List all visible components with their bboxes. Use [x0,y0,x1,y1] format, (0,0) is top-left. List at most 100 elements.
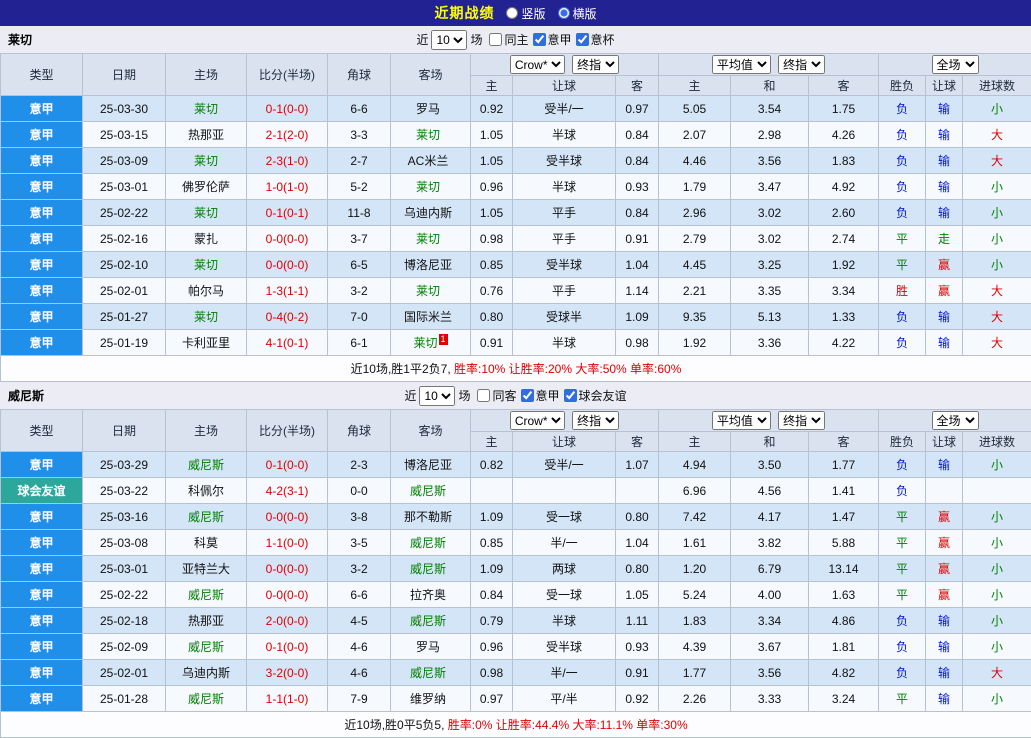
league-cell[interactable]: 意甲 [1,556,83,582]
league-cell[interactable]: 意甲 [1,226,83,252]
filter-checkbox[interactable]: 同主 [485,31,528,48]
league-cell[interactable]: 意甲 [1,122,83,148]
home-cell[interactable]: 蒙扎 [166,226,247,252]
away-team-name[interactable]: 莱切 [416,128,440,142]
scope-select[interactable]: 全场 [932,411,979,430]
home-team-name[interactable]: 莱切 [194,154,218,168]
home-team-name[interactable]: 帕尔马 [188,284,224,298]
home-team-name[interactable]: 科莫 [194,536,218,550]
euro-odds-time-select[interactable]: 终指 [778,411,825,430]
league-cell[interactable]: 意甲 [1,252,83,278]
home-cell[interactable]: 科佩尔 [166,478,247,504]
home-cell[interactable]: 帕尔马 [166,278,247,304]
home-team-name[interactable]: 威尼斯 [188,588,224,602]
euro-odds-source-select[interactable]: 平均值 [712,55,771,74]
home-cell[interactable]: 威尼斯 [166,504,247,530]
home-cell[interactable]: 莱切 [166,200,247,226]
filter-checkbox-input[interactable] [477,389,490,402]
layout-radio-horizontal[interactable]: 横版 [558,5,597,22]
away-cell[interactable]: 威尼斯 [391,556,471,582]
league-cell[interactable]: 意甲 [1,608,83,634]
home-cell[interactable]: 亚特兰大 [166,556,247,582]
away-team-name[interactable]: 罗马 [416,640,440,654]
home-cell[interactable]: 佛罗伦萨 [166,174,247,200]
away-team-name[interactable]: 威尼斯 [410,666,446,680]
away-cell[interactable]: 莱切 [391,174,471,200]
vertical-layout-radio[interactable] [506,7,518,19]
league-cell[interactable]: 意甲 [1,96,83,122]
home-team-name[interactable]: 亚特兰大 [182,562,230,576]
away-team-name[interactable]: 威尼斯 [410,536,446,550]
league-cell[interactable]: 意甲 [1,634,83,660]
home-team-name[interactable]: 佛罗伦萨 [182,180,230,194]
home-cell[interactable]: 莱切 [166,148,247,174]
away-cell[interactable]: 威尼斯 [391,608,471,634]
league-cell[interactable]: 意甲 [1,582,83,608]
away-team-name[interactable]: 国际米兰 [404,310,452,324]
home-cell[interactable]: 威尼斯 [166,686,247,712]
away-cell[interactable]: 博洛尼亚 [391,452,471,478]
away-cell[interactable]: 拉齐奥 [391,582,471,608]
layout-radio-vertical[interactable]: 竖版 [506,5,545,22]
asian-odds-source-select[interactable]: Crow* [510,55,565,74]
away-team-name[interactable]: 威尼斯 [410,562,446,576]
home-team-name[interactable]: 莱切 [194,206,218,220]
filter-checkbox[interactable]: 意甲 [517,387,560,404]
away-cell[interactable]: 威尼斯 [391,660,471,686]
home-team-name[interactable]: 乌迪内斯 [182,666,230,680]
away-team-name[interactable]: 莱切 [416,232,440,246]
home-cell[interactable]: 热那亚 [166,608,247,634]
horizontal-layout-radio[interactable] [558,7,570,19]
league-cell[interactable]: 意甲 [1,278,83,304]
home-cell[interactable]: 威尼斯 [166,582,247,608]
home-cell[interactable]: 莱切 [166,252,247,278]
match-count-select[interactable]: 10 [431,30,467,50]
home-cell[interactable]: 莱切 [166,96,247,122]
euro-odds-time-select[interactable]: 终指 [778,55,825,74]
league-cell[interactable]: 意甲 [1,686,83,712]
away-cell[interactable]: 威尼斯 [391,478,471,504]
filter-checkbox[interactable]: 球会友谊 [560,387,627,404]
euro-odds-source-select[interactable]: 平均值 [712,411,771,430]
league-cell[interactable]: 意甲 [1,174,83,200]
home-cell[interactable]: 乌迪内斯 [166,660,247,686]
away-team-name[interactable]: 莱切 [416,284,440,298]
home-team-name[interactable]: 科佩尔 [188,484,224,498]
away-cell[interactable]: 莱切 [391,278,471,304]
away-team-name[interactable]: 罗马 [416,102,440,116]
away-cell[interactable]: 莱切 [391,226,471,252]
away-cell[interactable]: 维罗纳 [391,686,471,712]
home-team-name[interactable]: 莱切 [194,310,218,324]
league-cell[interactable]: 意甲 [1,200,83,226]
filter-checkbox-input[interactable] [521,389,534,402]
away-team-name[interactable]: 维罗纳 [410,692,446,706]
away-cell[interactable]: AC米兰 [391,148,471,174]
away-cell[interactable]: 威尼斯 [391,530,471,556]
home-team-name[interactable]: 威尼斯 [188,640,224,654]
league-cell[interactable]: 意甲 [1,330,83,356]
match-count-select[interactable]: 10 [419,386,455,406]
away-team-name[interactable]: AC米兰 [408,154,449,168]
away-cell[interactable]: 莱切1 [391,330,471,356]
away-team-name[interactable]: 威尼斯 [410,614,446,628]
home-cell[interactable]: 威尼斯 [166,634,247,660]
away-team-name[interactable]: 拉齐奥 [410,588,446,602]
away-team-name[interactable]: 莱切 [416,180,440,194]
away-cell[interactable]: 那不勒斯 [391,504,471,530]
home-team-name[interactable]: 威尼斯 [188,692,224,706]
filter-checkbox-input[interactable] [533,33,546,46]
away-cell[interactable]: 莱切 [391,122,471,148]
away-team-name[interactable]: 那不勒斯 [404,510,452,524]
filter-checkbox[interactable]: 意甲 [529,31,572,48]
league-cell[interactable]: 意甲 [1,530,83,556]
home-team-name[interactable]: 热那亚 [188,128,224,142]
scope-select[interactable]: 全场 [932,55,979,74]
home-team-name[interactable]: 威尼斯 [188,458,224,472]
home-cell[interactable]: 威尼斯 [166,452,247,478]
filter-checkbox-input[interactable] [489,33,502,46]
home-team-name[interactable]: 蒙扎 [194,232,218,246]
asian-odds-time-select[interactable]: 终指 [572,411,619,430]
league-cell[interactable]: 意甲 [1,148,83,174]
league-cell[interactable]: 意甲 [1,304,83,330]
away-team-name[interactable]: 莱切 [413,336,437,350]
